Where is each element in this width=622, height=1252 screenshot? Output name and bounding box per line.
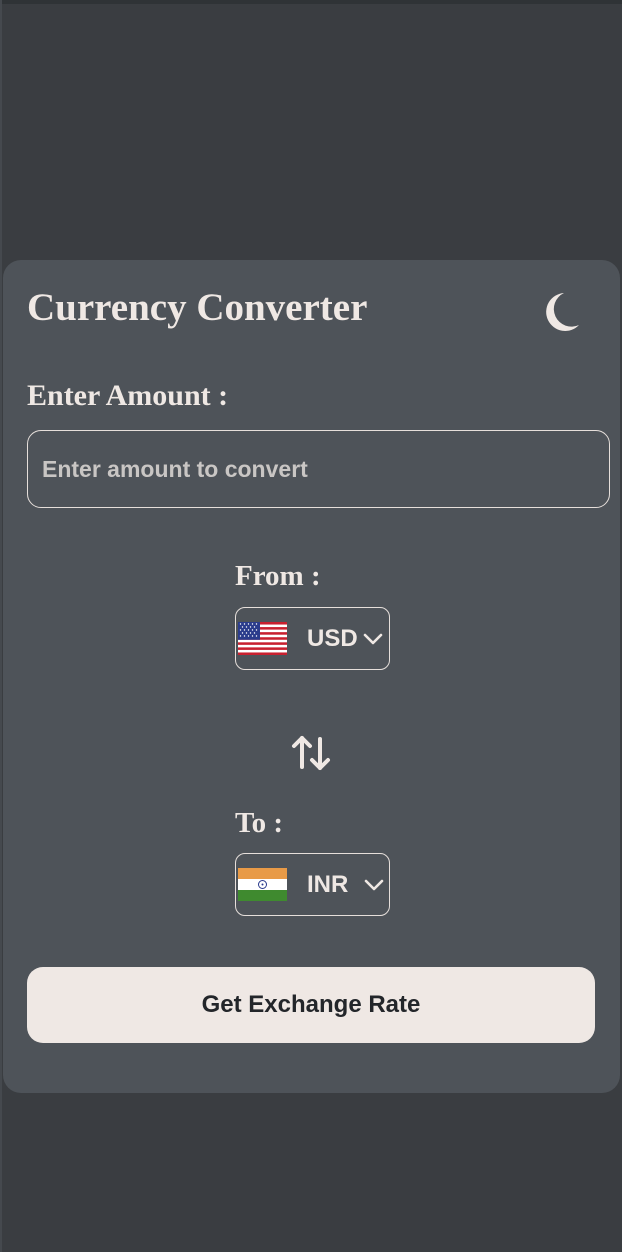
swap-arrows-icon[interactable]	[290, 733, 332, 773]
moon-icon[interactable]	[540, 290, 584, 334]
amount-input[interactable]	[27, 430, 610, 508]
from-currency-code: USD	[307, 625, 358, 652]
get-exchange-rate-button[interactable]: Get Exchange Rate	[27, 967, 595, 1043]
left-edge	[0, 0, 2, 1252]
chevron-down-icon	[363, 633, 383, 645]
top-edge	[0, 0, 622, 4]
to-label: To :	[235, 807, 284, 839]
to-currency-code: INR	[307, 871, 349, 898]
from-currency-select[interactable]: USD	[235, 607, 390, 670]
us-flag-icon	[238, 622, 287, 655]
app-title: Currency Converter	[27, 286, 368, 329]
chevron-down-icon	[364, 879, 384, 891]
from-label: From :	[235, 560, 321, 592]
amount-label: Enter Amount :	[27, 379, 229, 412]
india-flag-icon	[238, 868, 287, 901]
to-currency-select[interactable]: INR	[235, 853, 390, 916]
